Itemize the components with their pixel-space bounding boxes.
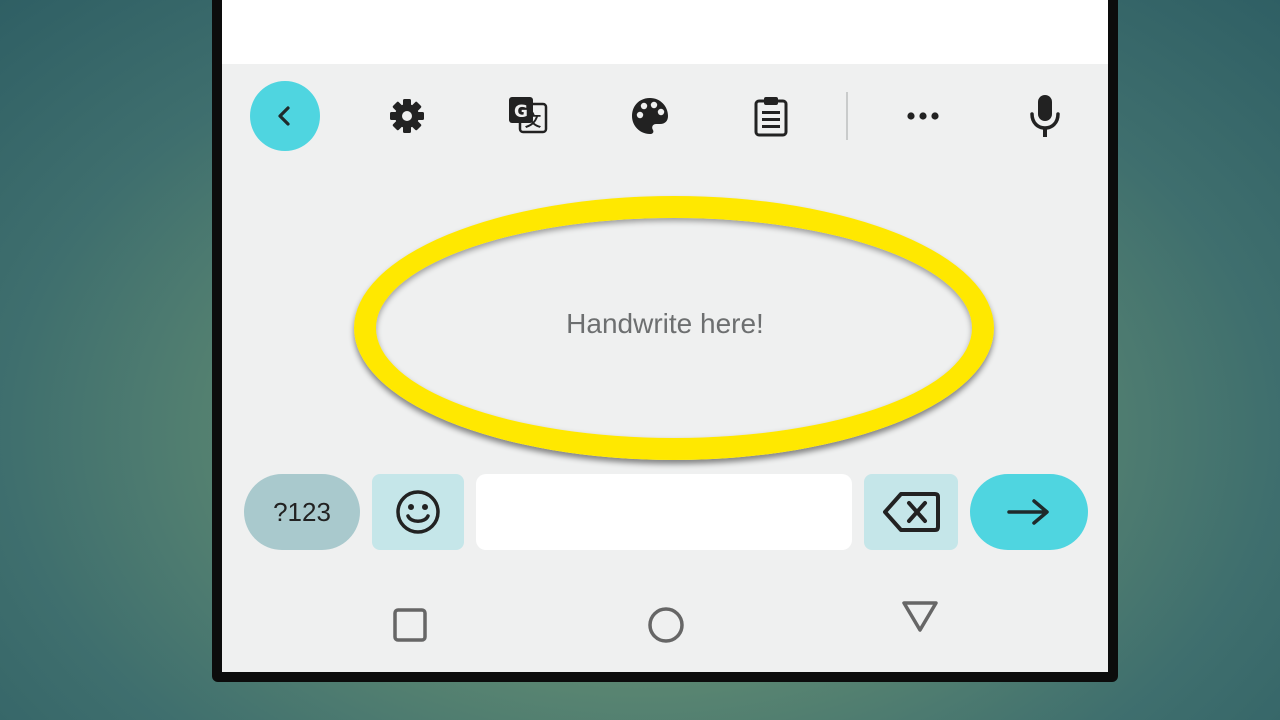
app-content-area[interactable]	[222, 0, 1108, 64]
handwriting-placeholder: Handwrite here!	[566, 308, 764, 339]
keyboard-toolbar: 文 G	[222, 64, 1108, 170]
chevron-left-icon	[278, 106, 290, 126]
toolbar-theme-button[interactable]	[615, 81, 685, 151]
gear-icon	[390, 99, 424, 133]
toolbar-more-button[interactable]	[888, 81, 958, 151]
smiley-icon	[396, 490, 440, 534]
space-key[interactable]	[476, 474, 852, 550]
palette-icon	[632, 98, 668, 134]
nav-back-button[interactable]	[895, 592, 945, 642]
symbols-key-label: ?123	[273, 496, 331, 527]
nav-home-button[interactable]	[641, 600, 691, 650]
home-circle-icon	[648, 607, 684, 643]
translate-icon: 文 G	[509, 97, 548, 134]
toolbar-settings-button[interactable]	[372, 81, 442, 151]
system-nav-bar	[222, 586, 1108, 664]
delete-key[interactable]	[864, 474, 958, 550]
enter-key[interactable]	[970, 474, 1088, 550]
emoji-key[interactable]	[372, 474, 464, 550]
toolbar-back-button[interactable]	[250, 81, 320, 151]
recents-square-icon	[393, 608, 427, 642]
back-triangle-icon	[902, 601, 938, 632]
svg-text:G: G	[514, 102, 528, 122]
toolbar-voice-button[interactable]	[1010, 81, 1080, 151]
nav-recents-button[interactable]	[385, 600, 435, 650]
handwriting-input-area[interactable]: Handwrite here!	[222, 170, 1108, 470]
symbols-key[interactable]: ?123	[244, 474, 360, 550]
clipboard-icon	[754, 97, 788, 137]
arrow-right-icon	[1007, 499, 1049, 525]
microphone-icon	[1030, 95, 1060, 137]
toolbar-translate-button[interactable]: 文 G	[493, 81, 563, 151]
backspace-icon	[883, 492, 940, 532]
toolbar-clipboard-button[interactable]	[736, 81, 806, 151]
toolbar-divider	[846, 92, 848, 140]
more-horizontal-icon	[907, 112, 939, 120]
phone-screen: 文 G Handwrite here! ?123	[222, 0, 1108, 672]
